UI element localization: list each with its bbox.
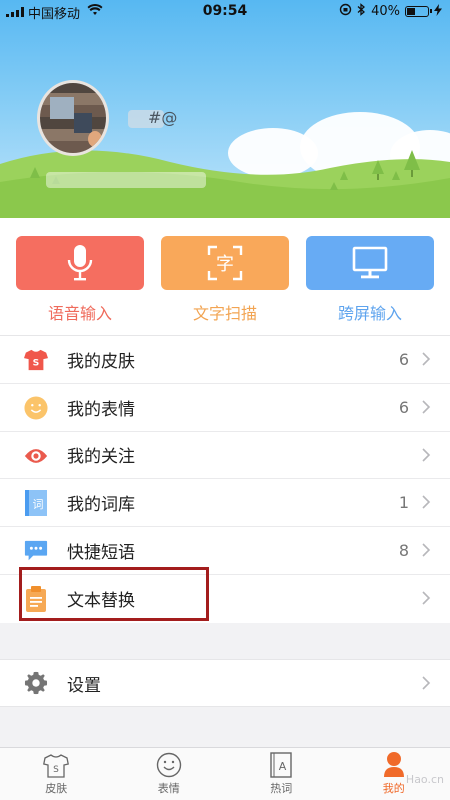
watermark: Hao.cn [405, 773, 444, 786]
text-scan-button[interactable]: 字 文字扫描 [161, 236, 289, 324]
tab-label: 热词 [270, 782, 293, 795]
tab-hot-words[interactable]: A 热词 [225, 748, 338, 800]
charging-icon [434, 3, 442, 20]
tab-skins[interactable]: S 皮肤 [0, 748, 113, 800]
chevron-right-icon [422, 495, 431, 509]
avatar[interactable] [37, 80, 109, 156]
settings-row[interactable]: 设置 [0, 659, 450, 707]
chat-bubble-icon [24, 539, 48, 563]
menu-item-label: 文本替换 [67, 591, 135, 612]
voice-input-tile[interactable] [16, 236, 144, 290]
status-bar: 中国移动 09:54 40% [0, 0, 450, 24]
gear-icon [24, 671, 48, 695]
cross-screen-label: 跨屏输入 [337, 304, 402, 323]
cross-screen-input-button[interactable]: 跨屏输入 [306, 236, 434, 324]
bottom-tab-bar: S 皮肤 表情 A 热词 我的 Hao.cn [0, 747, 450, 800]
blurred-subtitle [46, 172, 206, 188]
cross-screen-tile[interactable] [306, 236, 434, 290]
profile-tab-icon [383, 752, 404, 777]
tab-hotword-glyph: A [279, 760, 287, 773]
menu-item-my-follows[interactable]: 我的关注 [0, 432, 450, 480]
tab-skin-glyph: S [53, 765, 59, 775]
text-scan-glyph: 字 [216, 254, 234, 275]
dictionary-glyph: 词 [33, 498, 44, 511]
menu-item-text-replacement[interactable]: 文本替换 [0, 575, 450, 623]
menu-item-my-dictionary[interactable]: 词 我的词库 1 [0, 479, 450, 528]
voice-input-label: 语音输入 [47, 304, 112, 323]
tab-emojis[interactable]: 表情 [113, 748, 226, 800]
text-scan-label: 文字扫描 [192, 304, 257, 323]
username-suffix: #@ [148, 108, 178, 127]
menu-item-quick-phrases[interactable]: 快捷短语 8 [0, 527, 450, 575]
menu-item-label: 我的关注 [67, 447, 135, 468]
chevron-right-icon [422, 352, 431, 366]
chevron-right-icon [422, 543, 431, 557]
chevron-right-icon [422, 448, 431, 462]
menu-list: S 我的皮肤 6 我的表情 6 我的关注 词 我的词库 1 快捷短语 8 文本替… [0, 335, 450, 623]
shirt-tab-icon: S [43, 754, 70, 778]
orientation-lock-icon [339, 3, 352, 20]
chevron-right-icon [422, 676, 431, 690]
battery-icon [405, 6, 432, 17]
skin-shirt-icon: S [24, 348, 48, 372]
eye-icon [24, 444, 48, 468]
menu-item-label: 我的词库 [67, 495, 135, 516]
menu-item-count: 8 [398, 541, 409, 561]
quick-actions: 语音输入 字 文字扫描 跨屏输入 [0, 218, 450, 335]
chevron-right-icon [422, 400, 431, 414]
menu-item-my-skins[interactable]: S 我的皮肤 6 [0, 336, 450, 384]
menu-item-count: 1 [398, 493, 409, 513]
menu-item-label: 快捷短语 [67, 543, 135, 564]
bluetooth-icon [357, 3, 366, 20]
clipboard-icon [24, 585, 48, 612]
menu-item-label: 我的皮肤 [67, 351, 135, 372]
text-scan-icon: 字 [207, 245, 243, 281]
microphone-icon [67, 245, 93, 281]
menu-item-my-emojis[interactable]: 我的表情 6 [0, 384, 450, 432]
book-tab-icon: A [270, 752, 292, 778]
skin-glyph: S [33, 358, 40, 369]
text-scan-tile[interactable]: 字 [161, 236, 289, 290]
menu-item-count: 6 [398, 397, 409, 417]
tab-label: 表情 [157, 782, 180, 795]
voice-input-button[interactable]: 语音输入 [16, 236, 144, 324]
menu-item-count: 6 [398, 349, 409, 369]
chevron-right-icon [422, 591, 431, 605]
battery-percent: 40% [371, 4, 400, 19]
menu-item-label: 我的表情 [67, 399, 135, 420]
menu-item-settings[interactable]: 设置 [0, 660, 450, 706]
tab-label: 皮肤 [45, 782, 68, 795]
settings-label: 设置 [67, 675, 101, 696]
dictionary-icon: 词 [24, 490, 48, 517]
profile-header: 中国移动 09:54 40% #@ [0, 0, 450, 218]
smiley-tab-icon [156, 752, 181, 778]
emoji-face-icon [24, 396, 48, 420]
monitor-icon [352, 246, 388, 279]
